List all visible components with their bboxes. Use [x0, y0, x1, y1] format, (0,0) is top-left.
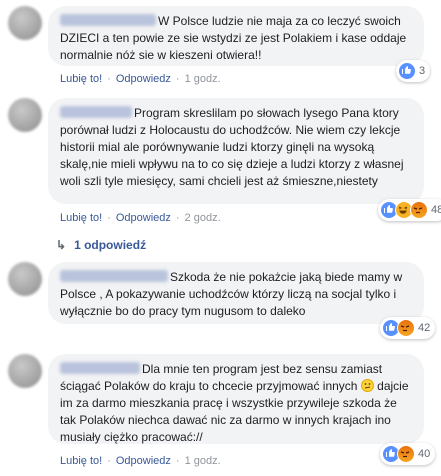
angry-reaction-icon [397, 319, 415, 337]
comment-bubble: Dla mnie ten program jest bez sensu zami… [48, 354, 424, 444]
comment-bubble: W Polsce ludzie nie maja za co leczyć sw… [48, 6, 424, 66]
reply-arrow-icon: ↳ [56, 238, 67, 252]
reaction-summary[interactable]: 40 [380, 443, 436, 465]
reaction-summary[interactable]: 48 [378, 199, 441, 221]
view-replies-link[interactable]: ↳ 1 odpowiedź [56, 238, 146, 252]
like-reaction-icon [398, 62, 416, 80]
comment-actions: Lubię to! · Odpowiedz · 1 godz. [60, 73, 221, 85]
comment-bubble: Szkoda że nie pokażcie jaką biede mamy w… [48, 262, 424, 324]
like-link[interactable]: Lubię to! [60, 212, 102, 224]
avatar[interactable] [8, 98, 42, 132]
author-name[interactable] [60, 106, 132, 118]
confused-face-emoji [360, 379, 374, 392]
like-link[interactable]: Lubię to! [60, 73, 102, 85]
comment-actions: Lubię to! · Odpowiedz · 1 godz. [60, 455, 221, 467]
reaction-summary[interactable]: 42 [380, 317, 436, 339]
avatar[interactable] [8, 262, 42, 296]
reply-link[interactable]: Odpowiedz [116, 212, 171, 224]
avatar[interactable] [8, 6, 42, 40]
avatar[interactable] [8, 354, 42, 388]
reaction-count: 40 [418, 448, 431, 460]
replies-count: 1 odpowiedź [74, 238, 147, 252]
like-link[interactable]: Lubię to! [60, 455, 102, 467]
author-name[interactable] [60, 14, 156, 26]
reaction-count: 3 [419, 65, 426, 77]
reaction-count: 42 [418, 322, 431, 334]
reply-link[interactable]: Odpowiedz [116, 455, 171, 467]
author-name[interactable] [60, 270, 168, 282]
reaction-count: 48 [431, 204, 441, 216]
angry-reaction-icon [410, 201, 428, 219]
timestamp[interactable]: 1 godz. [185, 73, 221, 85]
comment-bubble: Program skreslilam po słowach lysego Pan… [48, 98, 424, 204]
author-name[interactable] [60, 362, 140, 374]
timestamp[interactable]: 1 godz. [185, 455, 221, 467]
reply-link[interactable]: Odpowiedz [116, 73, 171, 85]
comment-text: Program skreslilam po słowach lysego Pan… [60, 106, 404, 188]
timestamp[interactable]: 2 godz. [185, 212, 221, 224]
angry-reaction-icon [397, 445, 415, 463]
comment-actions: Lubię to! · Odpowiedz · 2 godz. [60, 212, 221, 224]
reaction-summary[interactable]: 3 [396, 60, 431, 82]
